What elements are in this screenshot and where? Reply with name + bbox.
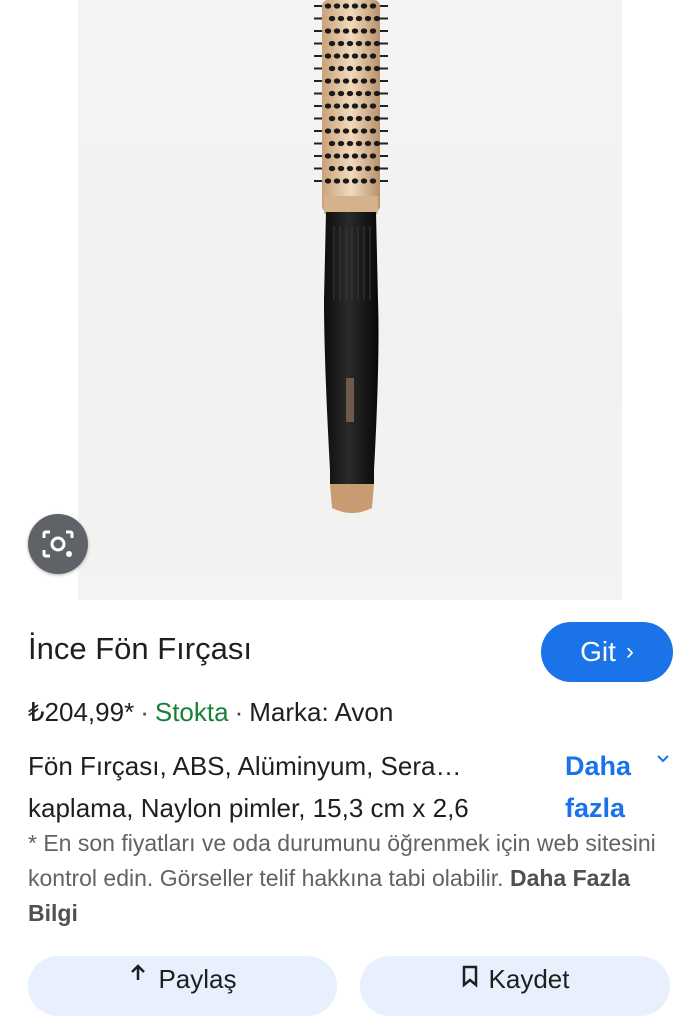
description-line: Fön Fırçası, ABS, Alüminyum, Sera… [28,751,462,781]
go-button-label: Git [580,636,616,667]
price: ₺204,99* [28,697,135,727]
separator: · [234,697,244,727]
more-label-line1: Daha [565,751,632,781]
stock-status: Stokta [154,697,229,727]
chevron-down-icon [657,755,669,763]
brand: Marka: Avon [249,697,394,727]
more-button[interactable]: Daha fazla [565,745,669,829]
product-description: Fön Fırçası, ABS, Alüminyum, Sera… kapla… [28,745,554,829]
camera-lens-icon [42,530,74,558]
product-meta: ₺204,99* · Stokta · Marka: Avon [28,697,393,728]
save-button[interactable]: Kaydet [360,956,670,1016]
go-button[interactable]: Git › [541,622,673,682]
product-image[interactable] [78,0,622,600]
hair-brush-image [314,0,388,513]
disclaimer: * En son fiyatları ve oda durumunu öğren… [28,826,673,931]
share-button[interactable]: Paylaş [28,956,337,1016]
separator: · [140,697,149,727]
product-title: İnce Fön Fırçası [28,631,252,666]
lens-search-button[interactable] [28,514,88,574]
description-line: kaplama, Naylon pimler, 15,3 cm x 2,6 [28,793,469,823]
chevron-right-icon: › [625,638,634,665]
more-label-line2: fazla [565,793,626,823]
